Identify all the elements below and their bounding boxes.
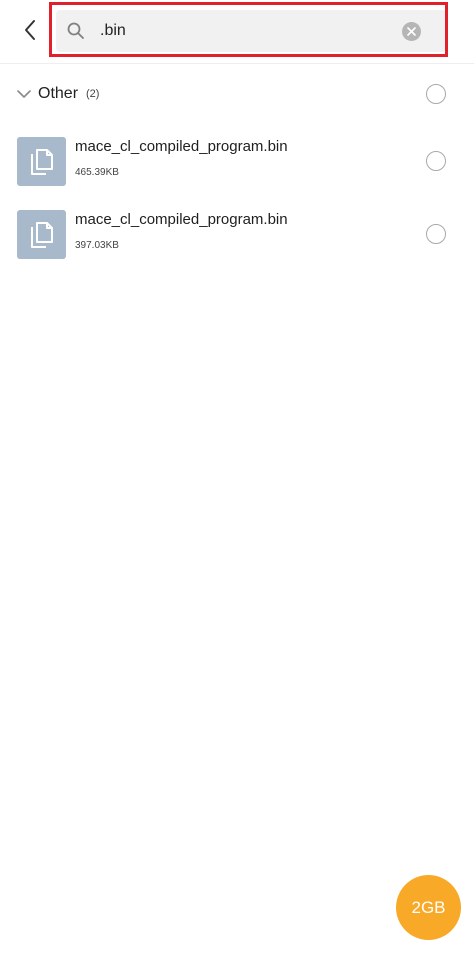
file-select-radio[interactable] (426, 151, 446, 171)
file-name: mace_cl_compiled_program.bin (75, 138, 288, 155)
search-toolbar (0, 0, 474, 64)
back-button[interactable] (12, 12, 48, 48)
file-size: 397.03KB (75, 240, 119, 251)
file-thumbnail (17, 137, 66, 186)
file-list-item[interactable]: mace_cl_compiled_program.bin 465.39KB (0, 129, 474, 193)
file-copy-icon (30, 148, 53, 175)
group-header-other[interactable]: Other (2) (0, 74, 474, 116)
select-all-radio[interactable] (426, 84, 446, 104)
chevron-left-icon (25, 20, 35, 40)
file-size: 465.39KB (75, 167, 119, 178)
file-thumbnail (17, 210, 66, 259)
chevron-down-icon (17, 90, 31, 98)
storage-usage-button[interactable]: 2GB (396, 875, 461, 940)
group-count: (2) (86, 88, 100, 100)
file-select-radio[interactable] (426, 224, 446, 244)
group-title: Other (38, 85, 79, 102)
file-list-item[interactable]: mace_cl_compiled_program.bin 397.03KB (0, 202, 474, 266)
file-copy-icon (30, 221, 53, 248)
storage-usage-label: 2GB (411, 897, 446, 917)
search-highlight-box (49, 2, 448, 57)
file-name: mace_cl_compiled_program.bin (75, 211, 288, 228)
